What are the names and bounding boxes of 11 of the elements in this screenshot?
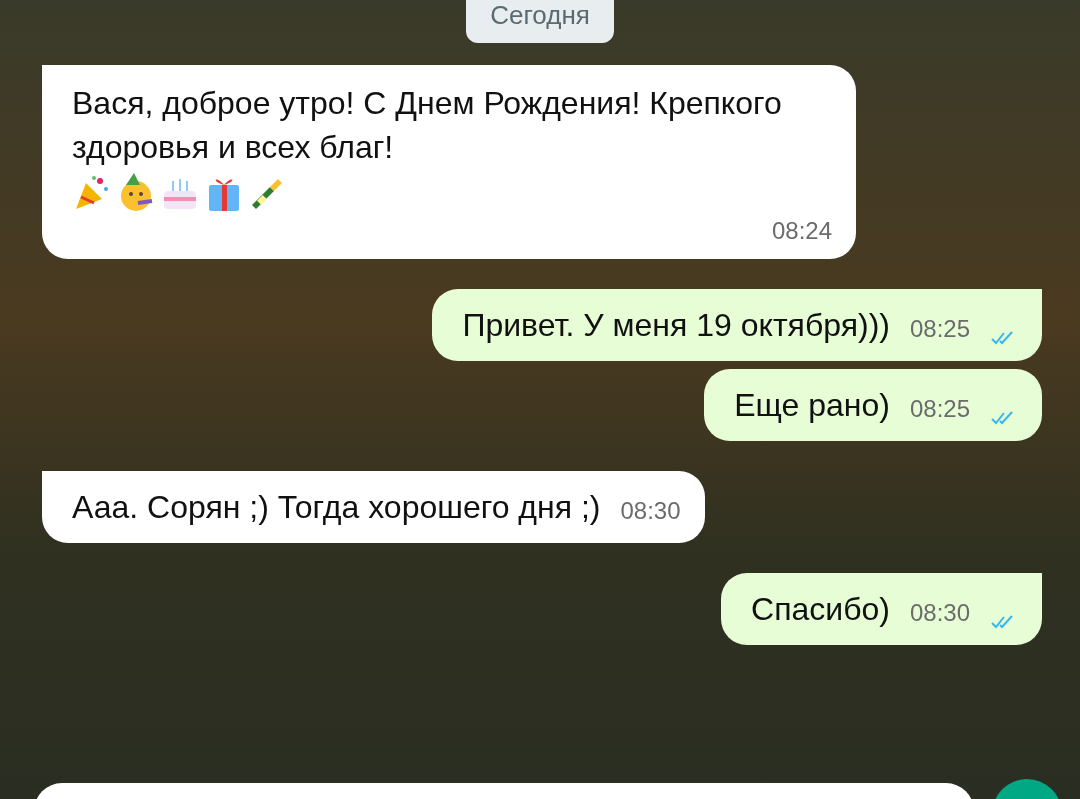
message-text: Ааа. Сорян ;) Тогда хорошего дня ;) bbox=[72, 488, 601, 527]
message-time: 08:30 bbox=[620, 496, 681, 526]
message-time: 08:25 bbox=[909, 394, 970, 424]
message-text: Еще рано) bbox=[734, 386, 890, 425]
message-text: Привет. У меня 19 октября))) bbox=[462, 306, 890, 345]
message-text: Спасибо) bbox=[751, 590, 890, 629]
message-time: 08:30 bbox=[909, 598, 970, 628]
message-time: 08:24 bbox=[771, 216, 832, 246]
message-time: 08:25 bbox=[909, 314, 970, 344]
date-chip: Сегодня bbox=[466, 0, 614, 43]
message-text: Вася, доброе утро! С Днем Рождения! Крепкого здоровья и всех благ! bbox=[72, 85, 782, 165]
